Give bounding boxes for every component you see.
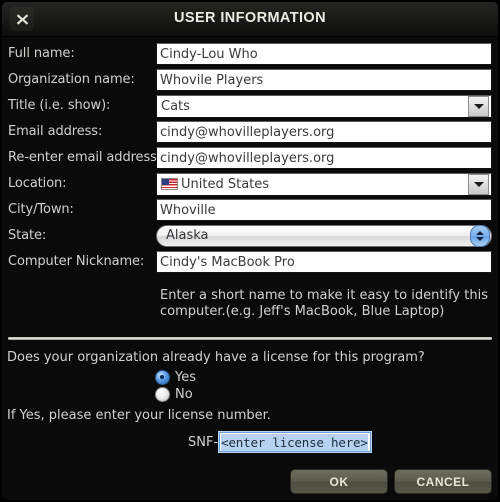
field-row-organization-name: Organization name: bbox=[8, 67, 492, 92]
chevron-down-icon bbox=[473, 103, 484, 109]
field-row-reenter-email: Re-enter email address: bbox=[8, 145, 492, 170]
hint-line-2: computer.(e.g. Jeff's MacBook, Blue Lapt… bbox=[160, 304, 445, 319]
hint-line-1: Enter a short name to make it easy to id… bbox=[160, 288, 488, 303]
label-organization-name: Organization name: bbox=[8, 72, 135, 87]
title-select[interactable]: Cats bbox=[156, 94, 492, 118]
cancel-button[interactable]: CANCEL bbox=[394, 469, 492, 494]
state-select[interactable]: Alaska bbox=[156, 224, 492, 247]
field-row-city-town: City/Town: bbox=[8, 197, 492, 222]
label-state: State: bbox=[8, 228, 47, 243]
organization-name-input[interactable] bbox=[156, 69, 492, 91]
us-flag-icon bbox=[161, 178, 178, 190]
title-bar: USER INFORMATION bbox=[2, 2, 498, 37]
license-question: Does your organization already have a li… bbox=[7, 350, 425, 365]
section-divider bbox=[8, 337, 492, 340]
location-select[interactable]: United States bbox=[156, 172, 492, 196]
field-row-location: Location: United States bbox=[8, 171, 492, 196]
email-address-input[interactable] bbox=[156, 121, 492, 143]
chevron-up-icon bbox=[476, 230, 484, 235]
field-row-computer-nickname: Computer Nickname: bbox=[8, 249, 492, 274]
radio-option-no[interactable]: No bbox=[155, 387, 498, 402]
license-number-row: SNF- <enter license here> bbox=[188, 432, 498, 452]
page-title: USER INFORMATION bbox=[174, 10, 326, 26]
computer-nickname-hint: Enter a short name to make it easy to id… bbox=[160, 288, 490, 320]
label-email-address: Email address: bbox=[8, 124, 103, 139]
title-select-value: Cats bbox=[161, 98, 190, 114]
computer-nickname-input[interactable] bbox=[156, 251, 492, 273]
reenter-email-address-input[interactable] bbox=[156, 147, 492, 169]
field-row-full-name: Full name: bbox=[8, 41, 492, 66]
dialog-footer: OK CANCEL bbox=[290, 469, 492, 494]
snf-prefix-label: SNF- bbox=[188, 434, 219, 450]
chevron-down-icon bbox=[476, 236, 484, 241]
user-info-form: Full name: Organization name: Title (i.e… bbox=[2, 37, 498, 320]
label-full-name: Full name: bbox=[8, 46, 75, 61]
label-title: Title (i.e. show): bbox=[8, 98, 111, 113]
label-location: Location: bbox=[8, 176, 67, 191]
field-row-state: State: Alaska bbox=[8, 223, 492, 248]
radio-option-yes[interactable]: Yes bbox=[155, 370, 498, 385]
user-information-dialog: USER INFORMATION Full name: Organization… bbox=[0, 0, 500, 502]
location-select-value: United States bbox=[181, 176, 270, 192]
ok-button[interactable]: OK bbox=[290, 469, 388, 494]
location-select-arrow-button[interactable] bbox=[468, 173, 489, 195]
radio-yes-indicator bbox=[155, 370, 170, 385]
state-stepper[interactable] bbox=[470, 224, 490, 247]
label-computer-nickname: Computer Nickname: bbox=[8, 254, 145, 269]
title-select-arrow-button[interactable] bbox=[468, 95, 489, 117]
chevron-down-icon bbox=[473, 181, 484, 187]
state-select-value: Alaska bbox=[166, 228, 209, 243]
license-number-input[interactable]: <enter license here> bbox=[219, 432, 372, 452]
field-row-title: Title (i.e. show): Cats bbox=[8, 93, 492, 118]
city-town-input[interactable] bbox=[156, 199, 492, 221]
license-note: If Yes, please enter your license number… bbox=[7, 408, 271, 423]
label-reenter-email-address: Re-enter email address: bbox=[8, 150, 162, 165]
license-number-value: <enter license here> bbox=[221, 433, 368, 451]
radio-no-indicator bbox=[155, 387, 170, 402]
license-radio-group: Yes No bbox=[155, 370, 498, 402]
label-city-town: City/Town: bbox=[8, 202, 74, 217]
radio-yes-label: Yes bbox=[175, 370, 196, 385]
full-name-input[interactable] bbox=[156, 43, 492, 65]
radio-no-label: No bbox=[175, 387, 193, 402]
field-row-email: Email address: bbox=[8, 119, 492, 144]
